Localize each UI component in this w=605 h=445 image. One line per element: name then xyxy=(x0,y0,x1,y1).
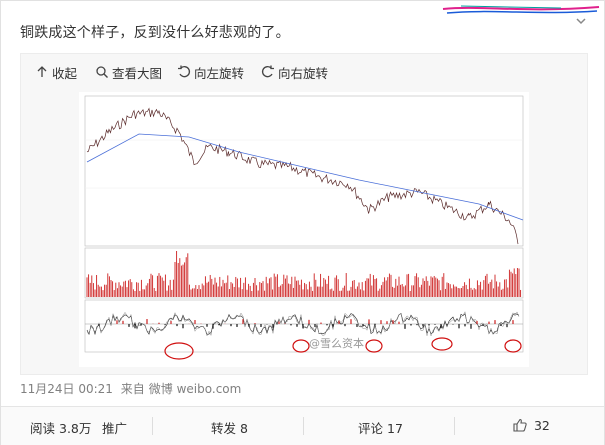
like-count: 32 xyxy=(533,418,550,433)
collapse-button[interactable]: 收起 xyxy=(35,63,77,81)
image-watermark: @雪么资本 xyxy=(309,336,364,350)
stock-chart-image[interactable]: @雪么资本 xyxy=(79,92,529,367)
divider xyxy=(152,417,153,435)
weibo-post-card: 铜跌成这个样子，反到没什么好悲观的了。 收起 查看大图 向左旋转 向右旋转 @雪… xyxy=(0,0,605,445)
rotate-right-label: 向右旋转 xyxy=(278,65,329,81)
post-text: 铜跌成这个样子，反到没什么好悲观的了。 xyxy=(20,25,290,41)
post-source[interactable]: 微博 weibo.com xyxy=(149,382,242,396)
image-toolbar: 收起 查看大图 向左旋转 向右旋转 xyxy=(21,54,587,90)
magnifier-icon xyxy=(96,66,108,78)
indicator-panel xyxy=(84,299,524,353)
post-time[interactable]: 11月24日 00:21 xyxy=(20,382,113,396)
action-bar: 阅读 3.8万 推广 转发 8 评论 17 32 xyxy=(1,406,604,445)
read-value: 3.8万 xyxy=(59,421,92,436)
repost-button[interactable]: 转发 8 xyxy=(211,418,248,437)
promote-button[interactable]: 推广 xyxy=(102,418,127,437)
comment-label: 评论 xyxy=(358,421,384,436)
chevron-down-icon[interactable] xyxy=(573,15,589,31)
rotate-left-button[interactable]: 向左旋转 xyxy=(177,63,244,81)
comment-button[interactable]: 评论 17 xyxy=(358,418,403,437)
arrow-up-icon xyxy=(37,66,47,77)
post-meta: 11月24日 00:21 来自 微博 weibo.com xyxy=(20,380,245,397)
view-large-label: 查看大图 xyxy=(112,65,163,81)
divider xyxy=(303,417,304,435)
repost-count: 8 xyxy=(240,421,248,436)
view-large-button[interactable]: 查看大图 xyxy=(95,63,162,81)
collapse-label: 收起 xyxy=(52,65,78,81)
read-label: 阅读 xyxy=(30,421,56,436)
read-count: 阅读 3.8万 xyxy=(30,418,91,437)
rotate-right-icon xyxy=(262,65,274,78)
divider xyxy=(454,417,455,435)
media-viewer: 收起 查看大图 向左旋转 向右旋转 @雪么资本 xyxy=(20,53,588,375)
like-button[interactable]: 32 xyxy=(513,418,550,433)
rotate-left-icon xyxy=(178,65,190,78)
comment-count: 17 xyxy=(387,421,403,436)
thumbs-up-icon xyxy=(513,418,527,432)
rotate-right-button[interactable]: 向右旋转 xyxy=(261,63,328,81)
source-prefix: 来自 xyxy=(120,382,145,396)
stock-chart: @雪么资本 xyxy=(84,95,524,360)
repost-label: 转发 xyxy=(211,421,237,436)
rotate-left-label: 向左旋转 xyxy=(194,65,245,81)
promote-label: 推广 xyxy=(102,421,128,436)
